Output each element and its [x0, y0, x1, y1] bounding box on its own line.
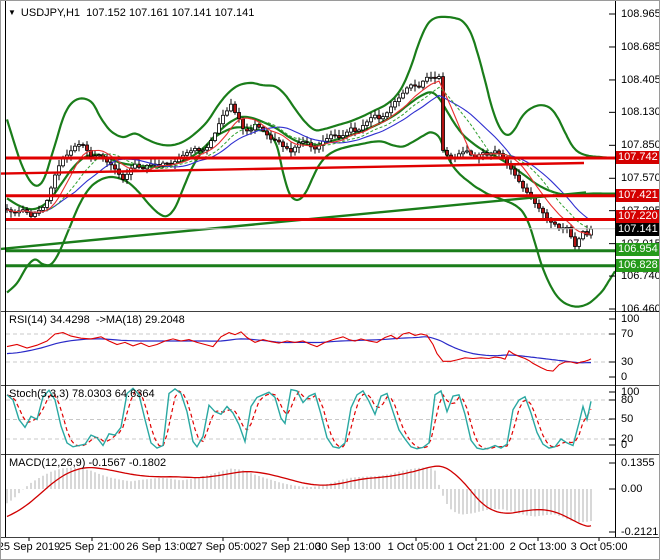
time-axis-label: 27 Sep 21:00	[255, 541, 321, 553]
collapse-arrow-icon[interactable]: ▼	[8, 8, 16, 17]
macd-histogram	[6, 467, 592, 523]
mt4-chart-window: ▼ USDJPY,H1 107.152 107.161 107.141 107.1…	[0, 0, 660, 560]
price-level-badge: 107.421	[616, 189, 659, 202]
price-axis-tick-label: 108.965	[621, 8, 660, 20]
symbol-ohlc-label: USDJPY,H1 107.152 107.161 107.141 107.14…	[20, 7, 255, 19]
price-level-badge: 107.220	[616, 210, 659, 223]
price-axis-tick-label: 108.685	[621, 40, 660, 53]
stoch-axis-tick-label: 50	[621, 413, 634, 425]
chart-canvas	[1, 1, 659, 541]
stoch-axis-tick-label: 0	[621, 439, 628, 451]
price-axis-tick-label: 107.570	[621, 172, 660, 185]
rsi-axis-tick-label: 100	[621, 313, 640, 325]
price-level-badge: 107.141	[616, 223, 659, 236]
rsi-axis-tick-label: 30	[621, 356, 634, 368]
price-level-badge: 106.828	[616, 259, 659, 272]
time-axis-label: 1 Oct 05:00	[387, 541, 445, 553]
time-axis-label: 3 Oct 05:00	[570, 541, 628, 553]
time-axis-label: 25 Sep 2019	[0, 541, 61, 553]
price-axis-tick-label: 108.405	[621, 73, 660, 86]
macd-indicator-label: MACD(12,26,9) -0.1567 -0.1802	[9, 457, 167, 469]
time-axis-label: 27 Sep 05:00	[190, 541, 256, 553]
time-axis-label: 2 Oct 13:00	[509, 541, 567, 553]
macd-axis-tick-label: -0.2121	[621, 526, 659, 538]
price-level-badge: 107.742	[616, 151, 659, 164]
price-axis-tick-label: 107.850	[621, 139, 660, 152]
rsi-axis-tick-label: 70	[621, 328, 634, 340]
stoch-axis-tick-label: 80	[621, 394, 634, 406]
time-axis-label: 1 Oct 21:00	[447, 541, 505, 553]
rsi-indicator-label: RSI(14) 34.4298 ->MA(18) 29.2048	[9, 314, 185, 326]
macd-axis-tick-label: 0.1355	[621, 457, 655, 469]
chart-header: ▼ USDJPY,H1 107.152 107.161 107.141 107.1…	[8, 7, 254, 19]
time-axis-label: 30 Sep 13:00	[315, 541, 381, 553]
time-axis-label: 26 Sep 13:00	[126, 541, 192, 553]
time-axis-label: 25 Sep 21:00	[59, 541, 125, 553]
macd-axis-tick-label: 0.00	[621, 483, 643, 495]
price-axis-tick-label: 108.130	[621, 106, 660, 119]
price-level-badge: 106.954	[616, 243, 659, 256]
rsi-axis-tick-label: 0	[621, 371, 628, 383]
rsi-line	[6, 331, 592, 372]
stoch-indicator-label: Stoch(5,3,3) 78.0303 64.6364	[9, 388, 155, 400]
